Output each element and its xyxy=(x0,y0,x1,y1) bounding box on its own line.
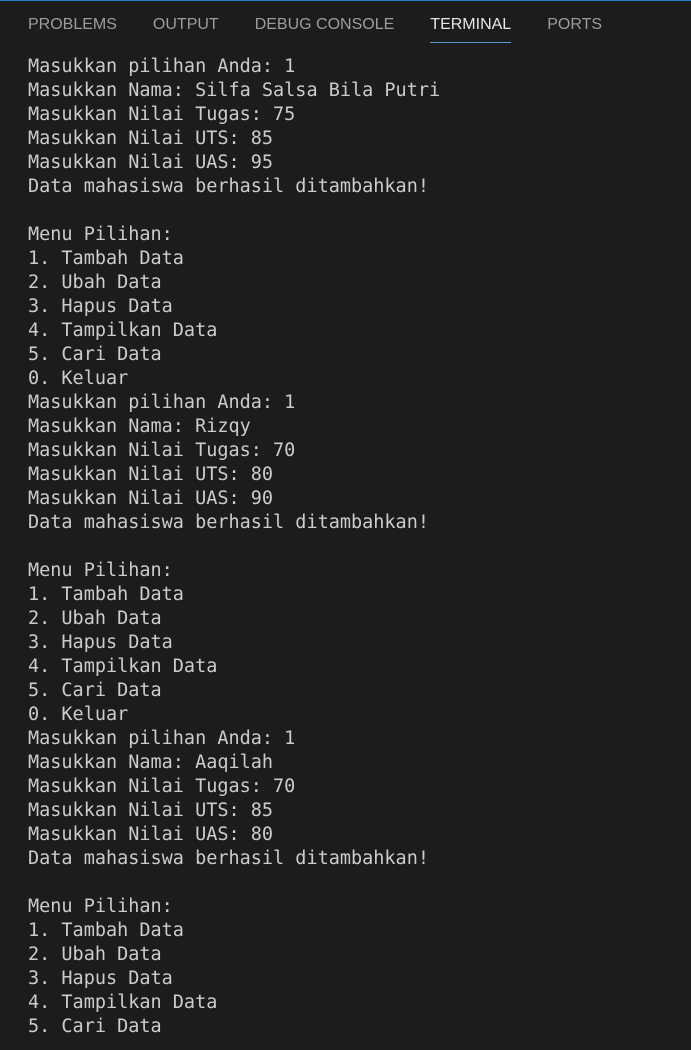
terminal-panel: PROBLEMS OUTPUT DEBUG CONSOLE TERMINAL P… xyxy=(0,0,691,1050)
terminal-line: Masukkan Nilai UTS: 80 xyxy=(28,464,274,485)
terminal-line: Masukkan pilihan Anda: 1 xyxy=(28,392,296,413)
terminal-line: 0. Keluar xyxy=(28,368,129,389)
terminal-line: Masukkan Nilai Tugas: 75 xyxy=(28,104,296,125)
tab-ports[interactable]: PORTS xyxy=(547,1,602,43)
terminal-line: Menu Pilihan: xyxy=(28,560,173,581)
terminal-line: Data mahasiswa berhasil ditambahkan! xyxy=(28,176,429,197)
terminal-line: Data mahasiswa berhasil ditambahkan! xyxy=(28,848,429,869)
tab-problems[interactable]: PROBLEMS xyxy=(28,1,117,43)
terminal-line: Masukkan Nama: Aaqilah xyxy=(28,752,274,773)
tab-debug-console[interactable]: DEBUG CONSOLE xyxy=(255,1,395,43)
terminal-line: Masukkan Nilai UAS: 95 xyxy=(28,152,274,173)
panel-tab-bar: PROBLEMS OUTPUT DEBUG CONSOLE TERMINAL P… xyxy=(0,1,691,45)
terminal-line: 1. Tambah Data xyxy=(28,248,184,269)
terminal-line: 4. Tampilkan Data xyxy=(28,320,218,341)
terminal-line: 0. Keluar xyxy=(28,704,129,725)
terminal-line: Masukkan pilihan Anda: 1 xyxy=(28,728,296,749)
terminal-line: Menu Pilihan: xyxy=(28,224,173,245)
terminal-line: 4. Tampilkan Data xyxy=(28,656,218,677)
terminal-line: Data mahasiswa berhasil ditambahkan! xyxy=(28,512,429,533)
terminal-line: 3. Hapus Data xyxy=(28,296,173,317)
terminal-line: Masukkan Nilai Tugas: 70 xyxy=(28,440,296,461)
terminal-line: 1. Tambah Data xyxy=(28,920,184,941)
terminal-output[interactable]: Masukkan pilihan Anda: 1 Masukkan Nama: S… xyxy=(28,55,691,1050)
terminal-line: Masukkan Nilai UAS: 80 xyxy=(28,824,274,845)
terminal-line: 2. Ubah Data xyxy=(28,944,162,965)
terminal-line: Masukkan Nama: Rizqy xyxy=(28,416,251,437)
terminal-line: 2. Ubah Data xyxy=(28,272,162,293)
terminal-line: Masukkan Nilai UTS: 85 xyxy=(28,800,274,821)
terminal-line: 1. Tambah Data xyxy=(28,584,184,605)
terminal-line: Masukkan pilihan Anda: 1 xyxy=(28,56,296,77)
tab-terminal[interactable]: TERMINAL xyxy=(430,1,512,43)
terminal-line: 5. Cari Data xyxy=(28,680,162,701)
terminal-line: Masukkan Nilai Tugas: 70 xyxy=(28,776,296,797)
terminal-line: 5. Cari Data xyxy=(28,344,162,365)
terminal-line: Masukkan Nilai UTS: 85 xyxy=(28,128,274,149)
terminal-line: 3. Hapus Data xyxy=(28,968,173,989)
terminal-line: 3. Hapus Data xyxy=(28,632,173,653)
terminal-line: 4. Tampilkan Data xyxy=(28,992,218,1013)
terminal-line: Masukkan Nama: Silfa Salsa Bila Putri xyxy=(28,80,441,101)
terminal-line: Menu Pilihan: xyxy=(28,896,173,917)
terminal-line: 5. Cari Data xyxy=(28,1016,162,1037)
tab-output[interactable]: OUTPUT xyxy=(153,1,219,43)
terminal-line: 2. Ubah Data xyxy=(28,608,162,629)
terminal-line: Masukkan Nilai UAS: 90 xyxy=(28,488,274,509)
